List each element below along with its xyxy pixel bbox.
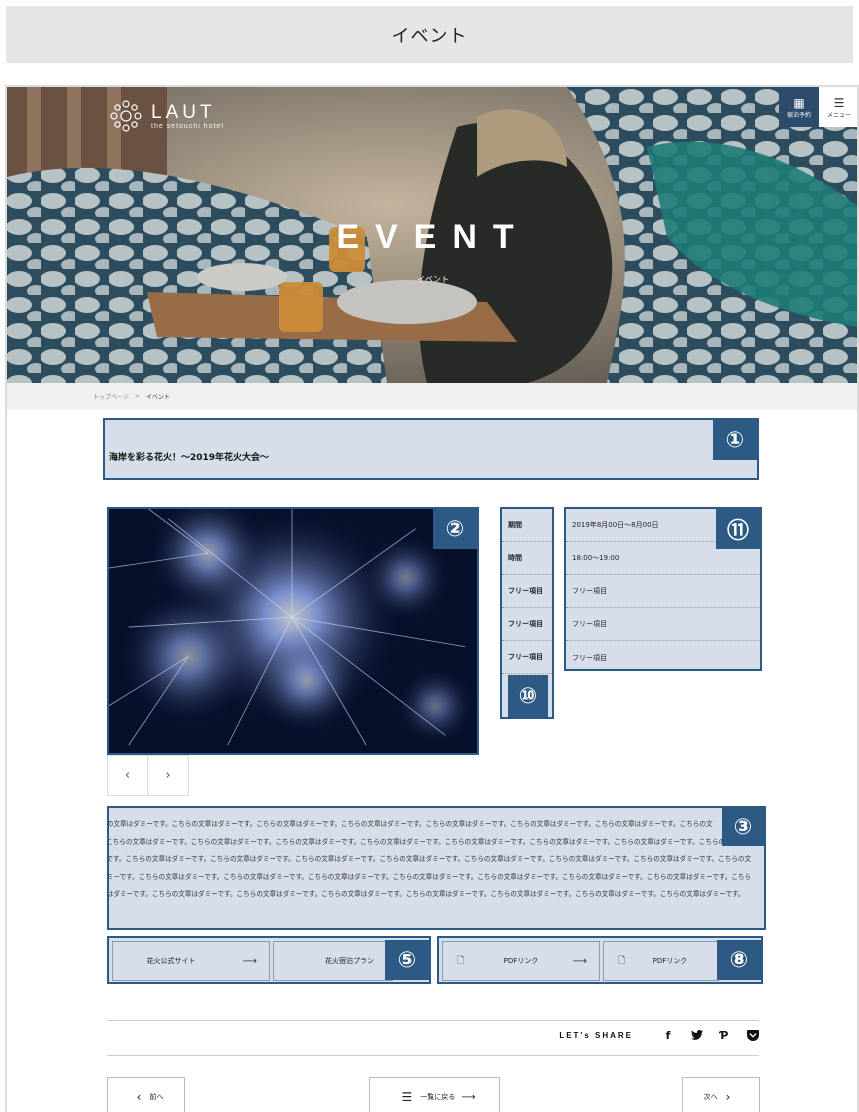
stay-plan-link[interactable]: 花火宿泊プラン [273,941,393,981]
description-line: こちらの文章はダミーです。こちらの文章はダミーです。こちらの文章はダミーです。こ… [107,820,713,828]
menu-label: メニュー [826,111,851,119]
event-title-block: 海岸を彩る花火！〜2019年花火大会〜 ① [103,418,759,480]
next-label: 次へ [703,1093,718,1101]
arrow-right-icon: ⟶ [572,955,587,967]
hero-title: EVENT [336,218,530,256]
twitter-icon[interactable] [691,1029,703,1041]
chevron-right-icon: › [165,768,171,783]
prev-event-button[interactable]: ‹ 前へ [107,1077,185,1112]
hero-subtitle: イベント [417,275,449,284]
info-label: フリー項目 [502,641,552,674]
hamburger-icon: ☰ [833,95,845,110]
pocket-icon[interactable] [747,1029,759,1041]
pdf-link[interactable]: 🗋 PDFリンク [603,941,719,981]
chevron-left-icon: ‹ [124,768,131,783]
hero: LAUT the setouchi hotel ▦ 宿泊予約 ☰ メニュー EV… [7,87,857,383]
pinterest-icon[interactable]: Ƥ [719,1029,731,1042]
fireworks-photo [109,509,477,753]
info-label: フリー項目 [502,608,552,641]
description-line: です。こちらの文章はダミーです。こちらの文章はダミーです。こちらの文章はダミーで… [107,837,745,846]
facebook-icon[interactable]: f [663,1029,675,1042]
logo-mark-icon [110,100,142,132]
pdf-link[interactable]: 🗋 PDFリンク ⟶ [442,941,600,981]
link-label: 花火公式サイト [146,957,196,965]
description-line: ダミーです。こちらの文章はダミーです。こちらの文章はダミーです。こちらの文章はダ… [107,855,752,863]
image-slider-nav: ‹ › [107,755,189,796]
pdf-links-group: 🗋 PDFリンク ⟶ 🗋 PDFリンク ⑧ [437,936,763,984]
official-site-link[interactable]: 花火公式サイト ⟶ [112,941,270,981]
event-image: ② [107,507,479,755]
link-label: PDFリンク [503,957,539,965]
annotation-badge-2: ② [433,509,477,549]
document-icon: 🗋 [457,956,465,966]
breadcrumb-home-link[interactable]: トップページ [93,392,129,401]
slider-prev-button[interactable]: ‹ [107,755,148,796]
next-event-button[interactable]: 次へ › [682,1077,760,1112]
info-label: 時間 [502,542,552,575]
event-description: こちらの文章はダミーです。こちらの文章はダミーです。こちらの文章はダミーです。こ… [107,806,766,930]
event-info-values: 2019年8月00日〜8月00日 18:00〜19:00 フリー項目 フリー項目… [564,507,762,671]
reserve-label: 宿泊予約 [786,111,811,119]
annotation-badge-10: ⑩ [508,675,548,717]
annotation-badge-8: ⑧ [717,940,761,980]
page-title: イベント [391,25,468,47]
divider [107,1020,759,1021]
event-title: 海岸を彩る花火！〜2019年花火大会〜 [109,453,270,463]
page-header-bar: イベント [6,6,853,63]
breadcrumb-separator: > [134,393,140,400]
description-line: の文章はダミーです。こちらの文章はダミーです。こちらの文章はダミーです。こちらの… [107,890,745,898]
info-label: 期間 [502,509,552,542]
annotation-badge-1: ① [713,420,757,460]
breadcrumb-current: イベント [145,394,170,401]
info-value: フリー項目 [566,608,760,641]
description-line: 章はダミーです。こちらの文章はダミーです。こちらの文章はダミーです。こちらの文章… [107,872,752,881]
breadcrumb: トップページ > イベント [7,383,857,410]
document-icon: 🗋 [618,956,626,966]
share-bar: LET's SHARE f Ƥ [559,1029,759,1042]
arrow-right-icon: ⟶ [461,1091,476,1103]
slider-next-button[interactable]: › [148,755,189,796]
reserve-button[interactable]: ▦ 宿泊予約 [779,87,819,127]
list-icon: ☰ [401,1090,413,1104]
site-preview: LAUT the setouchi hotel ▦ 宿泊予約 ☰ メニュー EV… [5,85,859,1112]
divider [107,1055,759,1056]
annotation-badge-11: ⑪ [716,509,760,549]
external-links-group: 花火公式サイト ⟶ 花火宿泊プラン ⑤ [107,936,431,984]
hotel-logo[interactable]: LAUT the setouchi hotel [107,97,224,135]
back-label: 一覧に戻る [420,1093,456,1101]
arrow-right-icon: ⟶ [242,955,257,967]
share-label: LET's SHARE [559,1030,633,1040]
prev-label: 前へ [149,1093,164,1101]
event-info-labels: 期間 時間 フリー項目 フリー項目 フリー項目 ⑩ [500,507,554,719]
info-label: フリー項目 [502,575,552,608]
chevron-left-icon: ‹ [136,1090,142,1104]
info-value: フリー項目 [566,575,760,608]
link-label: PDFリンク [652,957,688,965]
logo-name: LAUT [151,101,216,123]
annotation-badge-3: ③ [722,808,764,846]
back-to-list-button[interactable]: ☰ 一覧に戻る ⟶ [369,1077,500,1112]
annotation-badge-5: ⑤ [385,940,429,980]
info-value: フリー項目 [572,653,607,662]
menu-button[interactable]: ☰ メニュー [819,87,857,127]
calendar-icon: ▦ [793,95,805,110]
link-label: 花火宿泊プラン [325,957,374,965]
chevron-right-icon: › [725,1090,731,1104]
logo-subtitle: the setouchi hotel [151,122,224,130]
